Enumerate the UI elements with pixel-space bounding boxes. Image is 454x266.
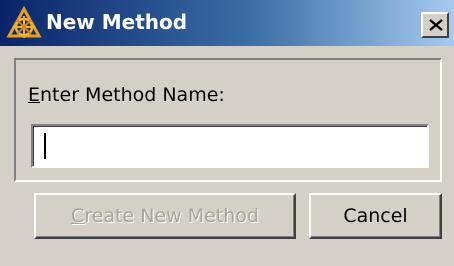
- cancel-button[interactable]: Cancel: [309, 193, 442, 239]
- method-name-input[interactable]: [31, 124, 429, 168]
- close-icon: [429, 19, 443, 31]
- method-name-label: Enter Method Name:: [28, 83, 225, 107]
- create-label: reate New Method: [84, 205, 259, 227]
- close-button[interactable]: [421, 12, 449, 38]
- text-caret: [44, 133, 46, 159]
- compass-wheel-icon: [6, 6, 42, 38]
- label-text: nter Method Name:: [40, 84, 225, 106]
- window-title: New Method: [46, 10, 188, 34]
- label-mnemonic: E: [28, 84, 41, 106]
- new-method-dialog: New Method Enter Method Name: Create New…: [0, 0, 454, 266]
- create-mnemonic: C: [71, 205, 85, 227]
- title-bar[interactable]: New Method: [0, 0, 454, 46]
- create-new-method-button[interactable]: Create New Method: [34, 193, 296, 239]
